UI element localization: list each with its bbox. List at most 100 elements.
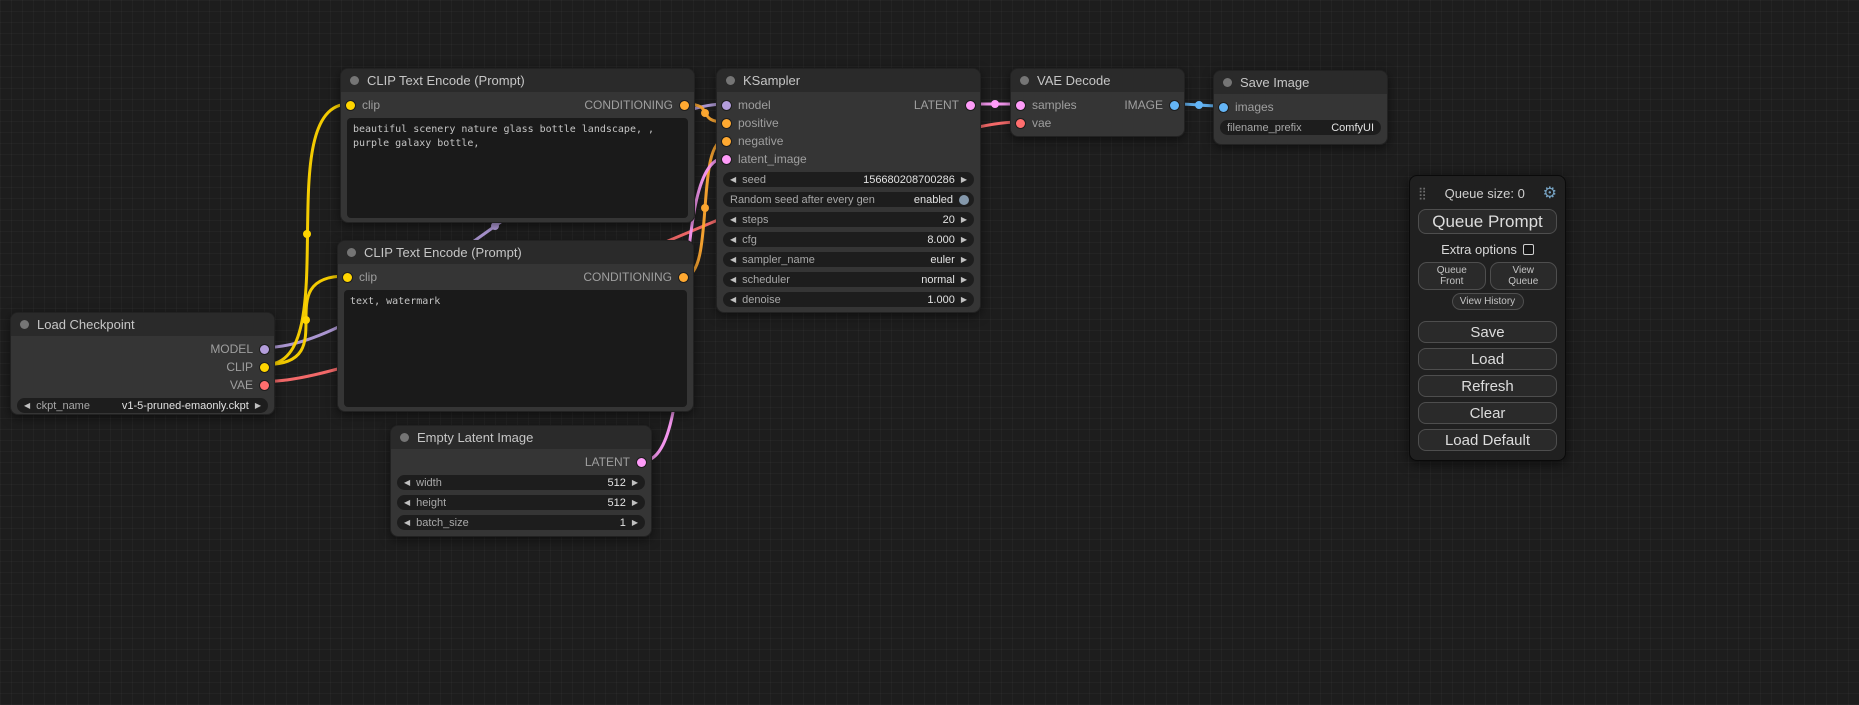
widget-width[interactable]: ◀ width 512 ▶ (397, 475, 645, 490)
next-arrow-icon[interactable]: ▶ (961, 252, 967, 267)
node-title-bar[interactable]: Load Checkpoint (11, 313, 274, 336)
settings-gear-icon[interactable]: ⚙ (1543, 183, 1557, 203)
load-default-button[interactable]: Load Default (1418, 429, 1557, 451)
collapse-dot[interactable] (350, 76, 359, 85)
positive-input-port[interactable] (722, 119, 731, 128)
slot-row: clip CONDITIONING (338, 268, 693, 286)
collapse-dot[interactable] (400, 433, 409, 442)
node-title-bar[interactable]: Empty Latent Image (391, 426, 651, 449)
extra-options-label: Extra options (1441, 242, 1517, 257)
samples-input-port[interactable] (1016, 101, 1025, 110)
latent-output-port[interactable] (966, 101, 975, 110)
latent-output-port[interactable] (637, 458, 646, 467)
node-clip-text-encode-negative[interactable]: CLIP Text Encode (Prompt) clip CONDITION… (337, 240, 694, 412)
node-title-bar[interactable]: KSampler (717, 69, 980, 92)
save-button[interactable]: Save (1418, 321, 1557, 343)
widget-sampler-name[interactable]: ◀ sampler_name euler ▶ (723, 252, 974, 267)
increment-arrow-icon[interactable]: ▶ (961, 212, 967, 227)
clip-output-port[interactable] (260, 363, 269, 372)
collapse-dot[interactable] (726, 76, 735, 85)
images-input-port[interactable] (1219, 103, 1228, 112)
increment-arrow-icon[interactable]: ▶ (632, 515, 638, 530)
positive-prompt-textarea[interactable]: beautiful scenery nature glass bottle la… (347, 118, 688, 218)
next-arrow-icon[interactable]: ▶ (255, 398, 261, 413)
increment-arrow-icon[interactable]: ▶ (961, 292, 967, 307)
widget-seed[interactable]: ◀ seed 156680208700286 ▶ (723, 172, 974, 187)
slot-label: clip (359, 270, 377, 284)
node-vae-decode[interactable]: VAE Decode samples IMAGE vae (1010, 68, 1185, 137)
increment-arrow-icon[interactable]: ▶ (961, 232, 967, 247)
widget-filename-prefix[interactable]: filename_prefix ComfyUI (1220, 120, 1381, 135)
view-history-button[interactable]: View History (1452, 293, 1524, 310)
load-button[interactable]: Load (1418, 348, 1557, 370)
negative-input-port[interactable] (722, 137, 731, 146)
collapse-dot[interactable] (1223, 78, 1232, 87)
collapse-dot[interactable] (20, 320, 29, 329)
widget-batch-size[interactable]: ◀ batch_size 1 ▶ (397, 515, 645, 530)
vae-input-port[interactable] (1016, 119, 1025, 128)
menu-header: ⣿ Queue size: 0 ⚙ (1418, 183, 1557, 203)
input-slot-vae: vae (1011, 116, 1051, 130)
collapse-dot[interactable] (1020, 76, 1029, 85)
queue-front-button[interactable]: Queue Front (1418, 262, 1486, 290)
widget-ckpt-name[interactable]: ◀ ckpt_name v1-5-pruned-emaonly.ckpt ▶ (17, 398, 268, 413)
widget-scheduler[interactable]: ◀ scheduler normal ▶ (723, 272, 974, 287)
widget-steps[interactable]: ◀ steps 20 ▶ (723, 212, 974, 227)
slot-row: samples IMAGE (1011, 96, 1184, 114)
next-arrow-icon[interactable]: ▶ (961, 272, 967, 287)
increment-arrow-icon[interactable]: ▶ (632, 475, 638, 490)
decrement-arrow-icon[interactable]: ◀ (404, 495, 410, 510)
widget-label: height (416, 497, 446, 509)
widget-denoise[interactable]: ◀ denoise 1.000 ▶ (723, 292, 974, 307)
negative-prompt-textarea[interactable]: text, watermark (344, 290, 687, 407)
collapse-dot[interactable] (347, 248, 356, 257)
prev-arrow-icon[interactable]: ◀ (730, 272, 736, 287)
model-output-port[interactable] (260, 345, 269, 354)
decrement-arrow-icon[interactable]: ◀ (404, 475, 410, 490)
view-queue-button[interactable]: View Queue (1490, 262, 1558, 290)
decrement-arrow-icon[interactable]: ◀ (730, 232, 736, 247)
model-input-port[interactable] (722, 101, 731, 110)
extra-options-checkbox[interactable] (1523, 244, 1534, 255)
refresh-button[interactable]: Refresh (1418, 375, 1557, 397)
widget-height[interactable]: ◀ height 512 ▶ (397, 495, 645, 510)
node-title-bar[interactable]: Save Image (1214, 71, 1387, 94)
node-title-bar[interactable]: CLIP Text Encode (Prompt) (341, 69, 694, 92)
decrement-arrow-icon[interactable]: ◀ (730, 212, 736, 227)
prev-arrow-icon[interactable]: ◀ (730, 252, 736, 267)
node-title-bar[interactable]: CLIP Text Encode (Prompt) (338, 241, 693, 264)
slot-label: LATENT (914, 98, 959, 112)
widget-value: 1 (620, 517, 626, 529)
node-save-image[interactable]: Save Image images filename_prefix ComfyU… (1213, 70, 1388, 145)
toggle-dot[interactable] (959, 195, 969, 205)
widget-value: 512 (607, 497, 625, 509)
node-title-bar[interactable]: VAE Decode (1011, 69, 1184, 92)
widget-value: 1.000 (927, 294, 955, 306)
node-ksampler[interactable]: KSampler model LATENT positive negative (716, 68, 981, 313)
latent-image-input-port[interactable] (722, 155, 731, 164)
slot-label: LATENT (585, 455, 630, 469)
slot-row: vae (1011, 114, 1184, 132)
conditioning-output-port[interactable] (680, 101, 689, 110)
vae-output-port[interactable] (260, 381, 269, 390)
node-load-checkpoint[interactable]: Load Checkpoint MODEL CLIP VAE ◀ ckpt_na… (10, 312, 275, 415)
node-clip-text-encode-positive[interactable]: CLIP Text Encode (Prompt) clip CONDITION… (340, 68, 695, 223)
queue-prompt-button[interactable]: Queue Prompt (1418, 209, 1557, 234)
slot-row: clip CONDITIONING (341, 96, 694, 114)
decrement-arrow-icon[interactable]: ◀ (404, 515, 410, 530)
clear-button[interactable]: Clear (1418, 402, 1557, 424)
widget-cfg[interactable]: ◀ cfg 8.000 ▶ (723, 232, 974, 247)
clip-input-port[interactable] (343, 273, 352, 282)
decrement-arrow-icon[interactable]: ◀ (730, 292, 736, 307)
node-empty-latent-image[interactable]: Empty Latent Image LATENT ◀ width 512 ▶ … (390, 425, 652, 537)
image-output-port[interactable] (1170, 101, 1179, 110)
widget-control-after-generate[interactable]: Random seed after every gen enabled (723, 192, 974, 207)
conditioning-output-port[interactable] (679, 273, 688, 282)
decrement-arrow-icon[interactable]: ◀ (730, 172, 736, 187)
prev-arrow-icon[interactable]: ◀ (24, 398, 30, 413)
increment-arrow-icon[interactable]: ▶ (632, 495, 638, 510)
drag-handle-icon[interactable]: ⣿ (1418, 186, 1427, 200)
slot-label: positive (738, 116, 779, 130)
clip-input-port[interactable] (346, 101, 355, 110)
increment-arrow-icon[interactable]: ▶ (961, 172, 967, 187)
